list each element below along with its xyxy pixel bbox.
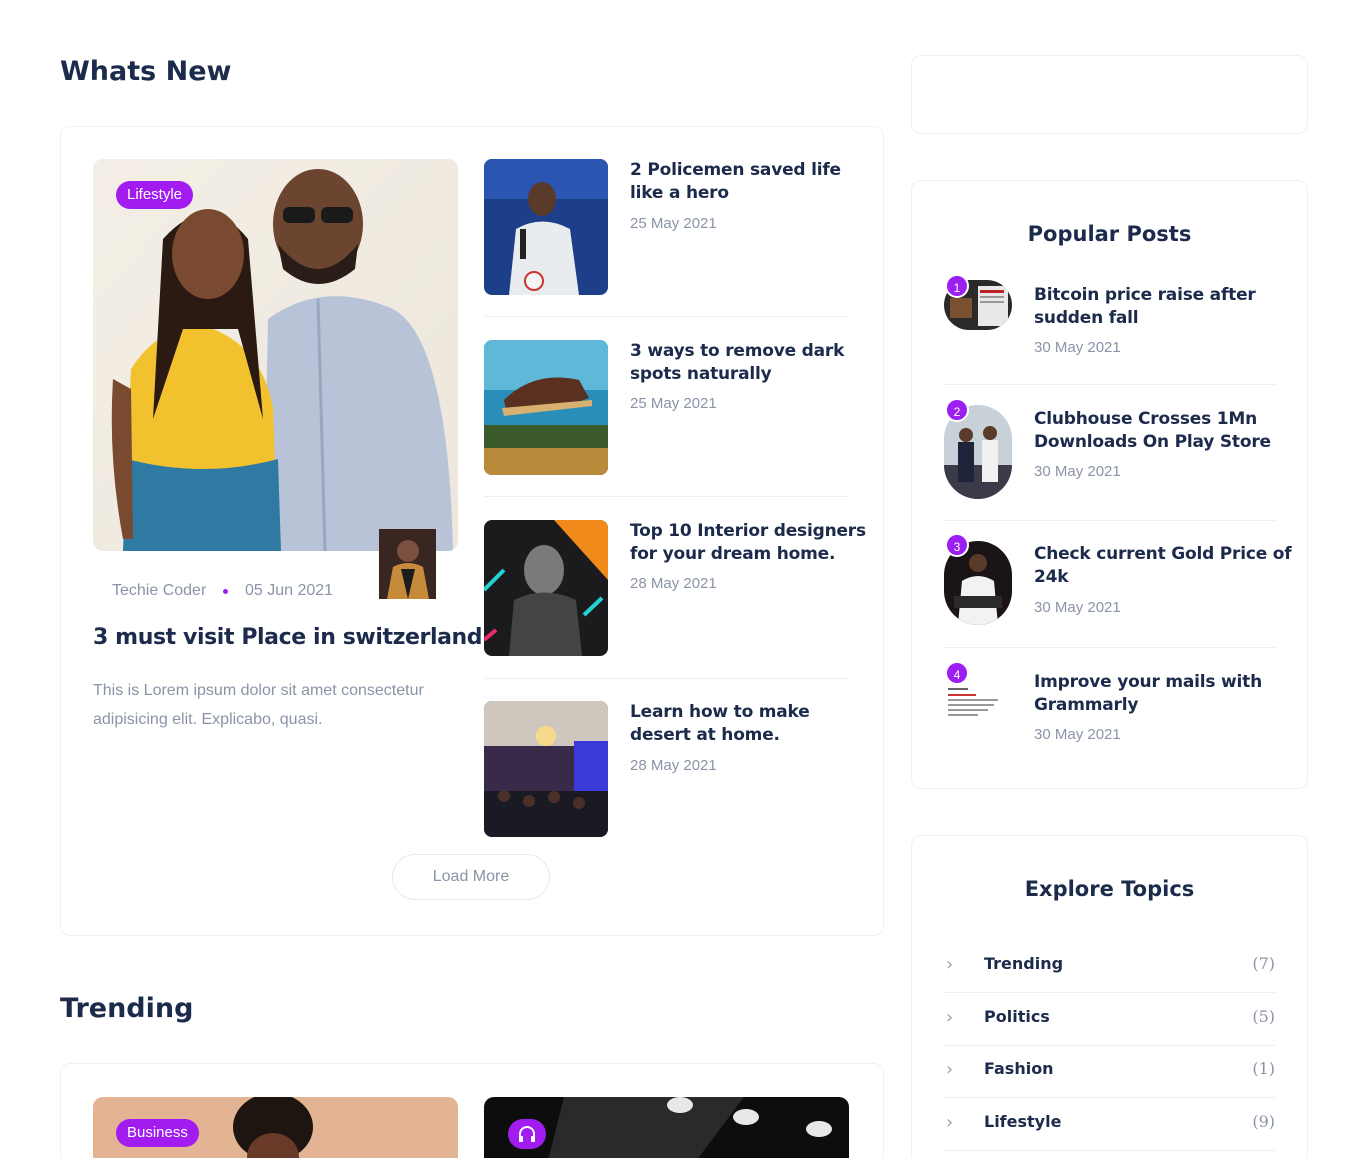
- featured-excerpt-line-1: This is Lorem ipsum dolor sit amet conse…: [93, 682, 424, 699]
- featured-excerpt-line-2: adipisicing elit. Explicabo, quasi.: [93, 711, 323, 728]
- popular-rank-badge: 3: [945, 533, 969, 557]
- popular-divider: [944, 647, 1275, 648]
- audio-badge[interactable]: [508, 1119, 546, 1149]
- trending-heading: Trending: [60, 993, 194, 1024]
- post-divider: [484, 678, 849, 679]
- topic-item-fashion[interactable]: › Fashion (1): [944, 1045, 1275, 1098]
- whats-new-heading: Whats New: [60, 56, 232, 87]
- popular-post-image[interactable]: [944, 684, 1012, 724]
- post-title-line: Bitcoin price raise after: [1034, 285, 1256, 305]
- topic-count: (1): [1252, 1059, 1275, 1078]
- post-thumbnail[interactable]: [484, 159, 608, 295]
- chevron-right-icon: ›: [946, 1059, 954, 1080]
- popular-post-title[interactable]: Improve your mails with Grammarly: [1034, 671, 1262, 717]
- topic-item-trending[interactable]: › Trending (7): [944, 940, 1275, 993]
- trending-category-badge[interactable]: Business: [116, 1119, 199, 1147]
- featured-author[interactable]: Techie Coder: [112, 582, 206, 600]
- explore-topics-heading: Explore Topics: [1024, 877, 1195, 901]
- post-thumbnail[interactable]: [484, 340, 608, 475]
- post-title-line: Downloads On Play Store: [1034, 432, 1271, 452]
- post-thumbnail[interactable]: [484, 520, 608, 656]
- popular-post-date: 30 May 2021: [1034, 339, 1121, 356]
- topic-item-politics[interactable]: › Politics (5): [944, 993, 1275, 1046]
- post-title-line: Learn how to make: [630, 702, 810, 722]
- popular-divider: [944, 384, 1275, 385]
- post-divider: [484, 496, 849, 497]
- post-title[interactable]: 3 ways to remove dark spots naturally: [630, 340, 844, 386]
- popular-post-date: 30 May 2021: [1034, 463, 1121, 480]
- post-title-line: desert at home.: [630, 725, 780, 745]
- featured-category-badge[interactable]: Lifestyle: [116, 181, 194, 209]
- post-title-line: Clubhouse Crosses 1Mn: [1034, 409, 1258, 429]
- popular-posts-heading: Popular Posts: [1027, 222, 1192, 246]
- topic-name: Politics: [984, 1007, 1050, 1026]
- featured-post-excerpt: This is Lorem ipsum dolor sit amet conse…: [93, 676, 424, 734]
- featured-photo-illustration: [93, 159, 458, 551]
- popular-rank-badge: 4: [945, 661, 969, 685]
- meta-separator-dot: [223, 589, 228, 594]
- topic-count: (9): [1252, 1112, 1275, 1131]
- popular-post-title[interactable]: Bitcoin price raise after sudden fall: [1034, 284, 1256, 330]
- sidebar-top-widget: [911, 55, 1308, 134]
- chevron-right-icon: ›: [946, 1007, 954, 1028]
- popular-divider: [944, 520, 1275, 521]
- post-thumbnail[interactable]: [484, 701, 608, 837]
- popular-post-title[interactable]: Clubhouse Crosses 1Mn Downloads On Play …: [1034, 408, 1271, 454]
- featured-post-image[interactable]: [93, 159, 458, 551]
- post-title-line: spots naturally: [630, 364, 772, 384]
- headphones-icon: [519, 1126, 535, 1142]
- popular-rank-badge: 2: [945, 398, 969, 422]
- featured-date: 05 Jun 2021: [245, 582, 334, 599]
- topic-divider: [944, 1150, 1275, 1151]
- post-date: 28 May 2021: [630, 575, 717, 592]
- featured-post-title[interactable]: 3 must visit Place in switzerland: [93, 625, 483, 650]
- post-title-line: Improve your mails with: [1034, 672, 1263, 692]
- post-title-line: sudden fall: [1034, 308, 1139, 328]
- chevron-right-icon: ›: [946, 954, 954, 975]
- topic-count: (7): [1252, 954, 1275, 973]
- popular-post-date: 30 May 2021: [1034, 599, 1121, 616]
- load-more-button[interactable]: Load More: [392, 854, 550, 900]
- topic-name: Fashion: [984, 1059, 1054, 1078]
- post-title[interactable]: Top 10 Interior designers for your dream…: [630, 520, 866, 566]
- chevron-right-icon: ›: [946, 1112, 954, 1133]
- post-title-line: 24k: [1034, 567, 1069, 587]
- topic-name: Lifestyle: [984, 1112, 1062, 1131]
- post-title-line: Grammarly: [1034, 695, 1139, 715]
- popular-post-title[interactable]: Check current Gold Price of 24k: [1034, 543, 1292, 589]
- post-date: 28 May 2021: [630, 757, 717, 774]
- post-title[interactable]: Learn how to make desert at home.: [630, 701, 810, 747]
- post-title-line: Check current Gold Price of: [1034, 544, 1292, 564]
- post-title-line: 2 Policemen saved life: [630, 160, 841, 180]
- post-title-line: for your dream home.: [630, 544, 836, 564]
- topic-item-lifestyle[interactable]: › Lifestyle (9): [944, 1098, 1275, 1151]
- post-title-line: Top 10 Interior designers: [630, 521, 866, 541]
- post-date: 25 May 2021: [630, 395, 717, 412]
- author-avatar: [379, 529, 436, 599]
- topic-count: (5): [1252, 1007, 1275, 1026]
- post-title-line: 3 ways to remove dark: [630, 341, 845, 361]
- post-title[interactable]: 2 Policemen saved life like a hero: [630, 159, 841, 205]
- post-title-line: like a hero: [630, 183, 729, 203]
- topic-name: Trending: [984, 954, 1064, 973]
- popular-post-date: 30 May 2021: [1034, 726, 1121, 743]
- post-date: 25 May 2021: [630, 215, 717, 232]
- popular-rank-badge: 1: [945, 274, 969, 298]
- post-divider: [484, 316, 849, 317]
